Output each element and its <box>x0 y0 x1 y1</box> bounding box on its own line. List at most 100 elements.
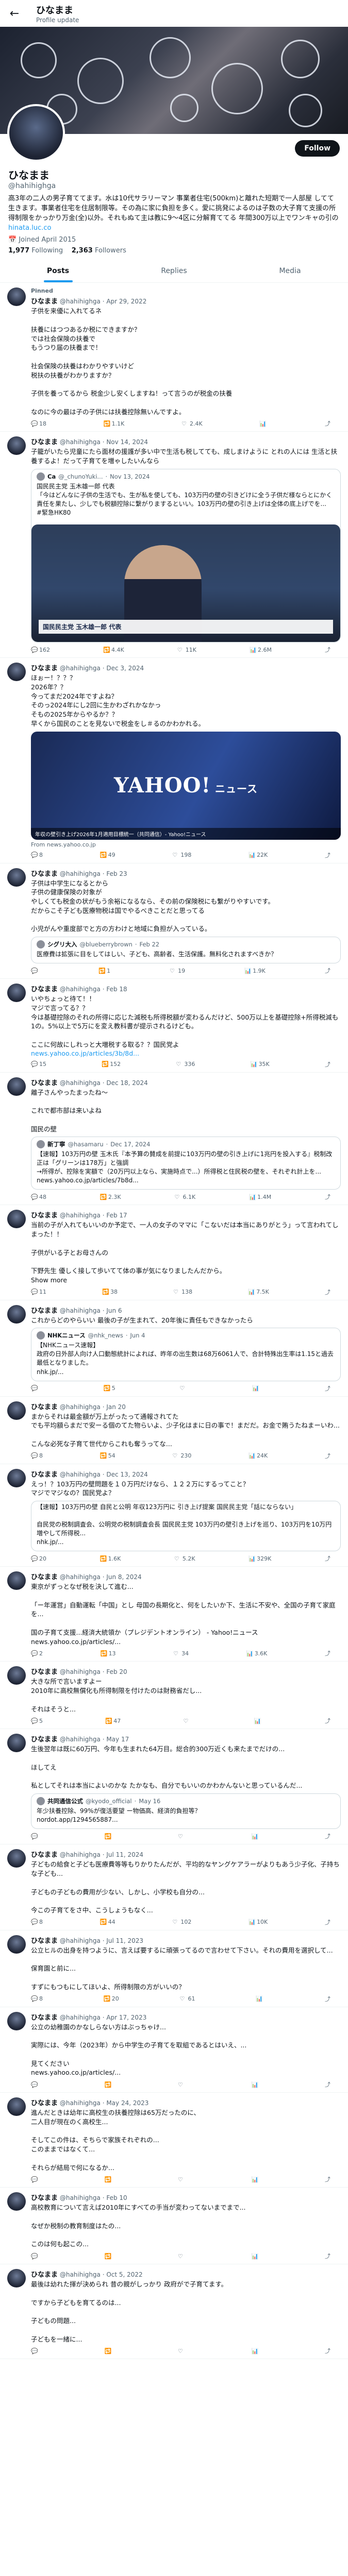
tweet-author-name[interactable]: ひなまま <box>31 1736 58 1743</box>
like-button[interactable]: ♡ <box>178 1832 186 1840</box>
views-button[interactable]: 📊 <box>252 2347 260 2355</box>
views-button[interactable]: 📊 <box>256 1995 264 2003</box>
views-button[interactable]: 📊 35K <box>251 1060 270 1069</box>
retweet-button[interactable]: 🔁 44 <box>100 1918 115 1926</box>
tweet-author-name[interactable]: ひなまま <box>31 1079 58 1087</box>
like-button[interactable]: ♡ <box>180 1384 188 1393</box>
retweet-button[interactable]: 🔁 49 <box>100 851 115 859</box>
following-count[interactable]: 1,977 <box>8 247 29 255</box>
tweet-avatar[interactable] <box>7 1571 26 1590</box>
tweet-author-name[interactable]: ひなまま <box>31 2271 58 2279</box>
retweet-button[interactable]: 🔁 20 <box>104 1995 119 2003</box>
link-card-source[interactable]: From news.yahoo.co.jp <box>31 841 341 848</box>
tweet-author-handle[interactable]: @hahihighga <box>60 1851 101 1858</box>
follow-button[interactable]: Follow <box>295 140 340 157</box>
like-button[interactable]: ♡ 61 <box>180 1995 195 2003</box>
retweet-button[interactable]: 🔁 47 <box>105 1717 121 1725</box>
views-button[interactable]: 📊 <box>252 2080 260 2089</box>
share-button[interactable]: ⤴ <box>325 1649 330 1657</box>
reply-button[interactable]: 💬 <box>31 1832 39 1840</box>
tweet-author-name[interactable]: ひなまま <box>31 986 58 993</box>
tweet-date[interactable]: Dec 13, 2024 <box>106 1471 147 1478</box>
retweet-button[interactable]: 🔁 4.4K <box>103 646 124 654</box>
tweet-author-handle[interactable]: @hahihighga <box>60 298 101 305</box>
tweet-author-handle[interactable]: @hahihighga <box>60 1212 101 1219</box>
tweet-date[interactable]: Jun 6 <box>106 1307 122 1314</box>
tweet-date[interactable]: Jul 11, 2023 <box>106 1937 143 1944</box>
quoted-tweet[interactable]: 【速報】103万円の壁 自民と公明 年収123万円に 引き上げ提案 国民民主党「… <box>31 1501 341 1552</box>
tweet-avatar[interactable] <box>7 1734 26 1753</box>
tab-posts[interactable]: Posts <box>0 260 116 283</box>
share-button[interactable]: ⤴ <box>325 1193 330 1201</box>
tweet-avatar[interactable] <box>7 868 26 887</box>
tweet-author-handle[interactable]: @hahihighga <box>60 2014 101 2021</box>
like-button[interactable]: ♡ 2.4K <box>181 419 203 428</box>
tweet-author-name[interactable]: ひなまま <box>31 2194 58 2202</box>
reply-button[interactable]: 💬 8 <box>31 851 43 859</box>
tweet-avatar[interactable] <box>7 2269 26 2287</box>
tweet-date[interactable]: Feb 23 <box>106 870 127 877</box>
tweet-author-name[interactable]: ひなまま <box>31 1403 58 1411</box>
followers-label[interactable]: Followers <box>95 247 126 255</box>
tweet-author-name[interactable]: ひなまま <box>31 438 58 446</box>
share-button[interactable]: ⤴ <box>325 2080 330 2089</box>
tweet-author-handle[interactable]: @hahihighga <box>60 1736 101 1743</box>
like-button[interactable]: ♡ 138 <box>173 1288 192 1296</box>
tweet-date[interactable]: Feb 20 <box>106 1668 127 1675</box>
share-button[interactable]: ⤴ <box>325 1384 330 1393</box>
tweet-author-name[interactable]: ひなまま <box>31 1668 58 1676</box>
reply-button[interactable]: 💬 8 <box>31 1918 43 1926</box>
reply-button[interactable]: 💬 11 <box>31 1288 46 1296</box>
tweet-avatar[interactable] <box>7 1666 26 1685</box>
like-button[interactable]: ♡ 34 <box>173 1649 189 1657</box>
like-button[interactable]: ♡ 19 <box>170 967 185 975</box>
share-button[interactable]: ⤴ <box>325 2252 330 2260</box>
tweet-author-handle[interactable]: @hahihighga <box>60 1471 101 1478</box>
views-button[interactable]: 📊 2.6M <box>250 646 272 654</box>
tweet-author-handle[interactable]: @hahihighga <box>60 870 101 877</box>
views-button[interactable]: 📊 3.6K <box>246 1649 268 1657</box>
views-button[interactable]: 📊 <box>254 1717 262 1725</box>
share-button[interactable]: ⤴ <box>325 2175 330 2183</box>
following-label[interactable]: Following <box>31 247 63 255</box>
tweet-date[interactable]: Feb 10 <box>106 2194 127 2201</box>
like-button[interactable]: ♡ <box>178 2347 186 2355</box>
tweet-author-handle[interactable]: @hahihighga <box>60 438 101 446</box>
tweet-date[interactable]: Dec 18, 2024 <box>106 1079 147 1087</box>
tweet-avatar[interactable] <box>7 1849 26 1868</box>
tweet-author-name[interactable]: ひなまま <box>31 870 58 878</box>
profile-avatar[interactable] <box>7 104 65 162</box>
reply-button[interactable]: 💬 <box>31 1384 39 1393</box>
views-button[interactable]: 📊 <box>252 2252 260 2260</box>
quoted-tweet[interactable]: NHKニュース @nhk_news · Jun 4 【NHKニュース速報】 政府の日外部… <box>31 1328 341 1381</box>
share-button[interactable]: ⤴ <box>325 646 330 654</box>
tweet-author-name[interactable]: ひなまま <box>31 2099 58 2107</box>
tab-media[interactable]: Media <box>232 260 348 282</box>
retweet-button[interactable]: 🔁 38 <box>102 1288 118 1296</box>
tweet-avatar[interactable] <box>7 1304 26 1324</box>
followers-count[interactable]: 2,363 <box>72 247 93 255</box>
retweet-button[interactable]: 🔁 <box>105 2175 113 2183</box>
tweet-date[interactable]: Apr 17, 2023 <box>106 2014 146 2021</box>
views-button[interactable]: 📊 <box>252 1832 260 1840</box>
tweet-date[interactable]: Jun 8, 2024 <box>106 1573 141 1581</box>
tweet-avatar[interactable] <box>7 1210 26 1229</box>
tweet-avatar[interactable] <box>7 1468 26 1487</box>
views-button[interactable]: 📊 329K <box>248 1554 271 1563</box>
like-button[interactable]: ♡ 11K <box>177 646 196 654</box>
like-button[interactable]: ♡ 6.1K <box>175 1193 196 1201</box>
tweet-author-name[interactable]: ひなまま <box>31 1471 58 1479</box>
retweet-button[interactable]: 🔁 152 <box>102 1060 121 1069</box>
retweet-button[interactable]: 🔁 <box>105 1832 113 1840</box>
reply-button[interactable]: 💬 8 <box>31 1452 43 1460</box>
like-button[interactable]: ♡ 198 <box>172 851 191 859</box>
back-arrow-icon[interactable]: ← <box>7 7 22 20</box>
tweet-author-name[interactable]: ひなまま <box>31 665 58 672</box>
views-button[interactable]: 📊 <box>252 2175 260 2183</box>
quoted-media-video[interactable]: 国民民主党 玉木雄一郎 代表 <box>31 524 340 642</box>
reply-button[interactable]: 💬 15 <box>31 1060 46 1069</box>
tweet-author-handle[interactable]: @hahihighga <box>60 2271 101 2278</box>
tweet-avatar[interactable] <box>7 663 26 681</box>
retweet-button[interactable]: 🔁 <box>105 2347 113 2355</box>
share-button[interactable]: ⤴ <box>325 967 330 975</box>
